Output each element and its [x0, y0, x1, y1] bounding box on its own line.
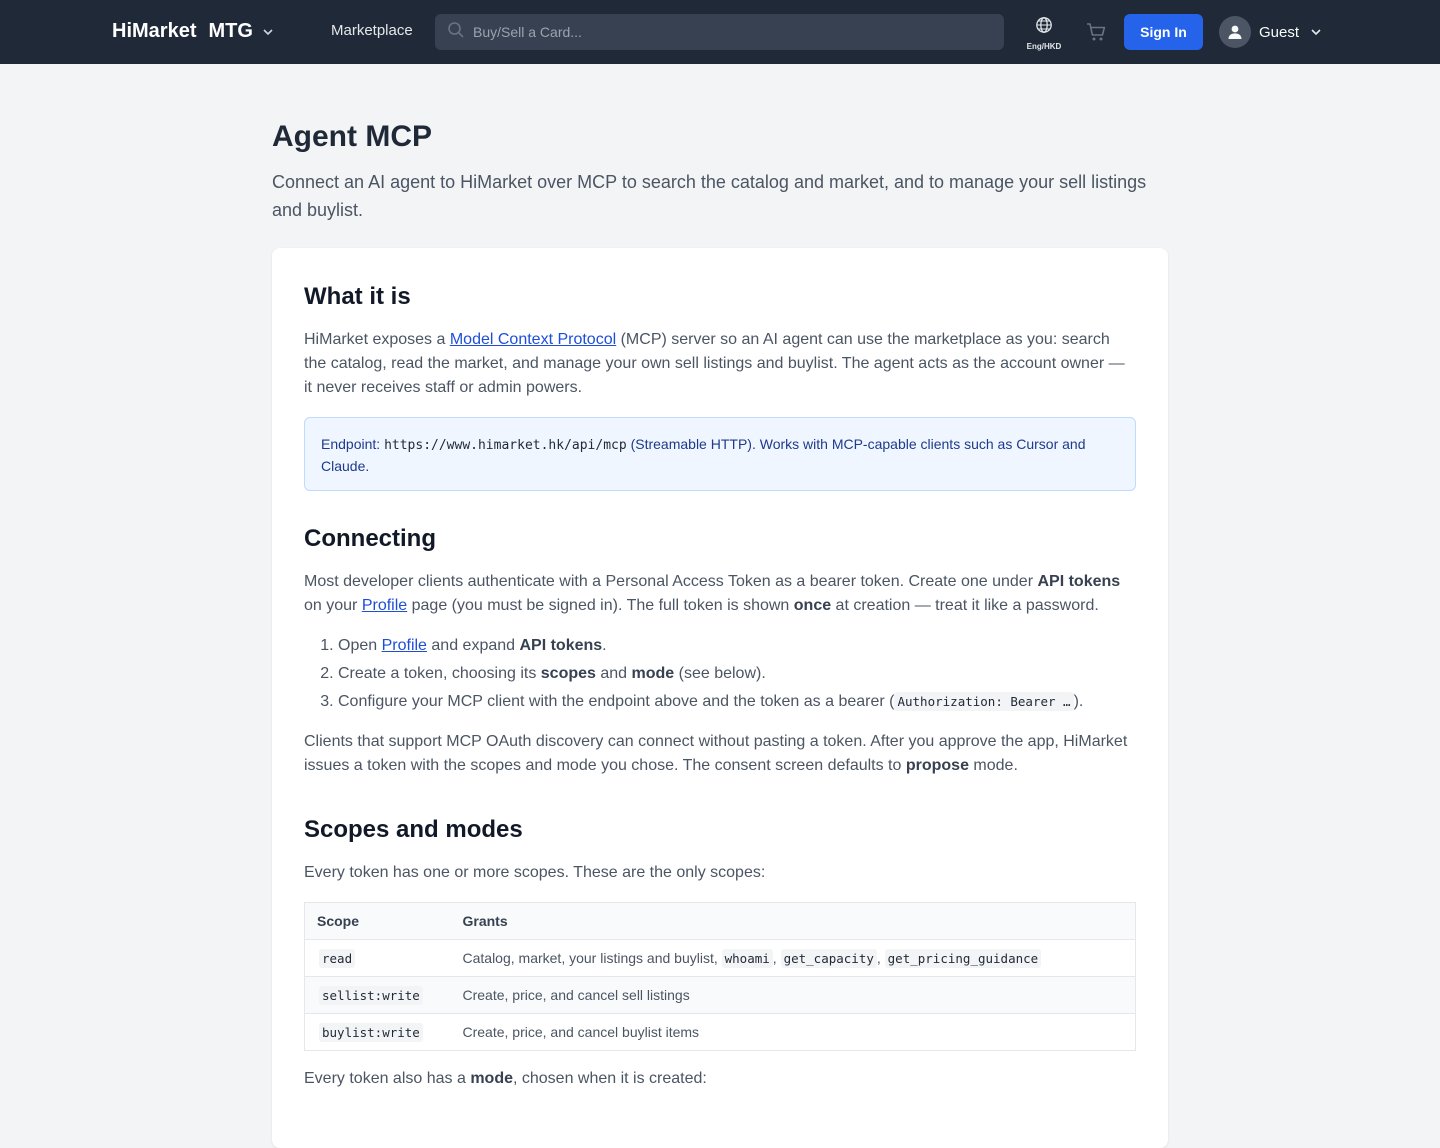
- endpoint-label: Endpoint:: [321, 436, 385, 452]
- sign-in-button[interactable]: Sign In: [1124, 14, 1203, 50]
- text-segment: and expand: [426, 637, 520, 654]
- table-row: sellist:write Create, price, and cancel …: [304, 976, 1136, 1014]
- oauth-paragraph: Clients that support MCP OAuth discovery…: [304, 730, 1136, 778]
- connecting-paragraph: Most developer clients authenticate with…: [304, 570, 1136, 618]
- endpoint-url: https://www.himarket.hk/api/mcp: [384, 438, 627, 453]
- text-segment: at creation — treat it like a password.: [831, 597, 1099, 614]
- scopes-intro: Every token has one or more scopes. Thes…: [304, 864, 766, 881]
- search-bar: [435, 14, 1004, 50]
- scope-cell: sellist:write: [304, 976, 451, 1014]
- column-header-scope: Scope: [304, 902, 451, 940]
- bold-text: API tokens: [519, 637, 603, 654]
- mcp-spec-link[interactable]: Model Context Protocol: [450, 331, 616, 348]
- table-row: buylist:write Create, price, and cancel …: [304, 1013, 1136, 1051]
- grants-cell: Create, price, and cancel buylist items: [450, 1013, 1136, 1051]
- chevron-down-icon: [261, 25, 275, 39]
- scope-code: read: [319, 949, 356, 968]
- modes-intro: Every token also has a mode, chosen when…: [304, 1067, 1136, 1091]
- grants-cell: Catalog, market, your listings and buyli…: [450, 939, 1136, 977]
- scope-cell: buylist:write: [304, 1013, 451, 1051]
- what-it-is-paragraph: HiMarket exposes a Model Context Protoco…: [304, 328, 1136, 400]
- list-item: Configure your MCP client with the endpo…: [338, 688, 1136, 716]
- text-segment: ).: [1073, 693, 1084, 710]
- section-heading-what-it-is: What it is: [304, 283, 411, 310]
- auth-header-code: Authorization: Bearer …: [894, 692, 1074, 711]
- bold-text: once: [793, 597, 832, 614]
- search-icon: [447, 21, 465, 44]
- endpoint-callout: Endpoint: https://www.himarket.hk/api/mc…: [304, 417, 1136, 491]
- tool-code: whoami: [721, 949, 773, 968]
- scope-code: buylist:write: [319, 1023, 423, 1042]
- list-item: Create a token, choosing its scopes and …: [338, 660, 1136, 688]
- bold-text: API tokens: [1037, 573, 1121, 590]
- scope-code: sellist:write: [319, 986, 423, 1005]
- text-segment: ,: [876, 950, 885, 966]
- profile-link[interactable]: Profile: [382, 637, 427, 654]
- user-avatar-icon: [1219, 16, 1251, 48]
- text-segment: Open: [338, 637, 382, 654]
- bold-text: mode: [470, 1070, 513, 1087]
- text-segment: Most developer clients authenticate with…: [304, 573, 1038, 590]
- table-row: read Catalog, market, your listings and …: [304, 939, 1136, 977]
- text-segment: and: [595, 665, 632, 682]
- tool-code: get_pricing_guidance: [884, 949, 1042, 968]
- section-heading-scopes-and-modes: Scopes and modes: [304, 816, 523, 843]
- list-item: Open Profile and expand API tokens.: [338, 632, 1136, 660]
- text-segment: on your: [304, 597, 362, 614]
- brand-logo-text: HiMarket: [112, 20, 197, 42]
- bold-text: mode: [631, 665, 675, 682]
- page-subtitle: Connect an AI agent to HiMarket over MCP…: [272, 172, 1147, 220]
- text-segment: mode.: [968, 757, 1018, 774]
- scopes-table: Scope Grants read Catalog, market, your …: [304, 902, 1136, 1051]
- profile-link[interactable]: Profile: [362, 597, 407, 614]
- text-segment: Catalog, market, your listings and buyli…: [462, 950, 722, 966]
- text-segment: Configure your MCP client with the endpo…: [338, 693, 895, 710]
- tool-code: get_capacity: [780, 949, 877, 968]
- user-menu[interactable]: Guest: [1219, 16, 1323, 48]
- bold-text: propose: [905, 757, 969, 774]
- connecting-steps-list: Open Profile and expand API tokens. Crea…: [304, 632, 1136, 716]
- cart-icon[interactable]: [1085, 21, 1107, 48]
- text-segment: .: [602, 637, 607, 654]
- grants-cell: Create, price, and cancel sell listings: [450, 976, 1136, 1014]
- text-segment: Create a token, choosing its: [338, 665, 541, 682]
- nav-link-marketplace[interactable]: Marketplace: [331, 22, 413, 39]
- text-segment: (see below).: [674, 665, 766, 682]
- scope-cell: read: [304, 939, 451, 977]
- text-segment: page (you must be signed in). The full t…: [407, 597, 794, 614]
- brand-game-switcher[interactable]: HiMarket MTG: [112, 20, 275, 43]
- game-selector-label: MTG: [208, 20, 253, 42]
- text-segment: HiMarket exposes a: [304, 331, 450, 348]
- table-header-row: Scope Grants: [304, 902, 1136, 940]
- globe-icon: [1035, 16, 1053, 39]
- column-header-grants: Grants: [450, 902, 1136, 940]
- section-heading-connecting: Connecting: [304, 525, 436, 552]
- text-segment: , chosen when it is created:: [512, 1070, 707, 1087]
- text-segment: Every token also has a: [304, 1070, 471, 1087]
- locale-label: Eng/HKD: [1026, 42, 1062, 51]
- chevron-down-icon: [1309, 25, 1323, 39]
- page-title: Agent MCP: [272, 120, 432, 153]
- user-name: Guest: [1259, 23, 1300, 41]
- content-card: What it is HiMarket exposes a Model Cont…: [272, 248, 1168, 1148]
- locale-currency-button[interactable]: Eng/HKD: [1024, 16, 1064, 51]
- top-navbar: HiMarket MTG Marketplace Eng/HKD Sign In…: [0, 0, 1440, 64]
- text-segment: ,: [772, 950, 781, 966]
- bold-text: scopes: [540, 665, 596, 682]
- search-input[interactable]: [473, 24, 973, 40]
